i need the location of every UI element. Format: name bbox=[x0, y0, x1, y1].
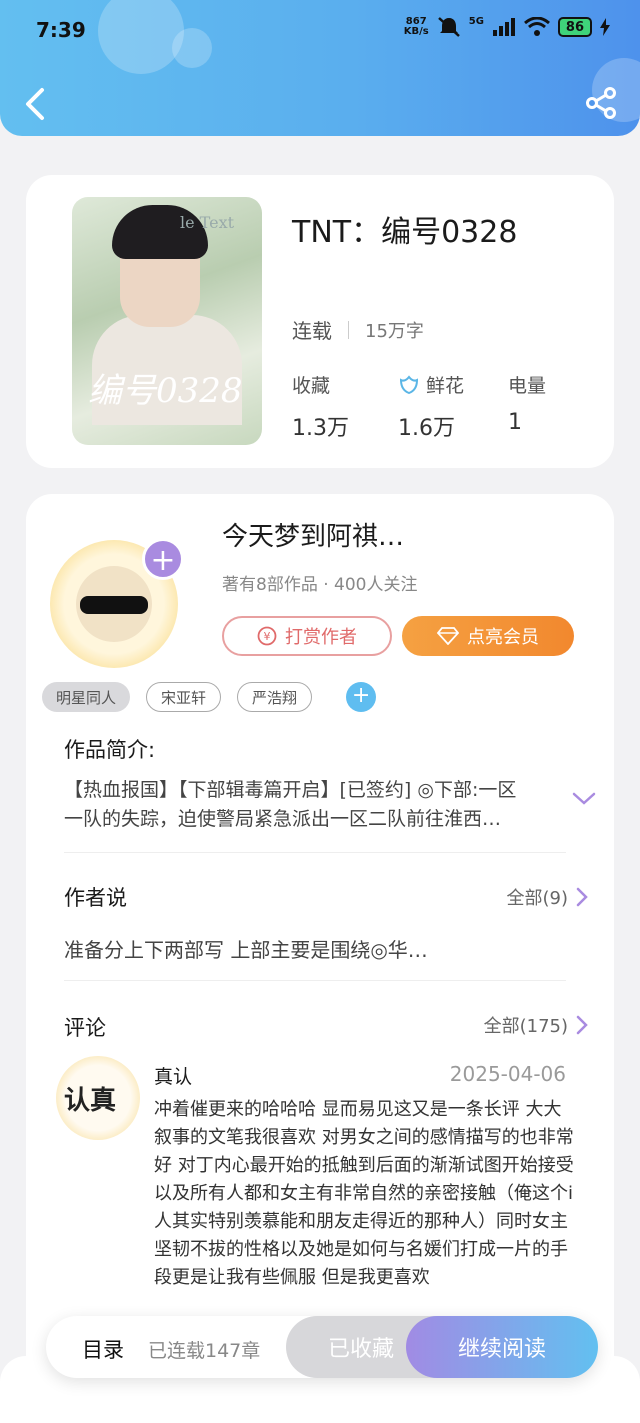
signal-icon bbox=[492, 18, 515, 36]
svg-text:¥: ¥ bbox=[264, 630, 271, 643]
mute-icon bbox=[437, 17, 460, 37]
add-tag-button[interactable]: + bbox=[346, 682, 377, 712]
network-type: 5G bbox=[468, 16, 484, 27]
chapter-count[interactable]: 已连载147章 bbox=[148, 1336, 260, 1363]
diamond-icon bbox=[437, 627, 459, 645]
author-says-more-link[interactable]: 全部(9) bbox=[507, 884, 589, 910]
decor-bubble bbox=[98, 0, 184, 74]
comment-body[interactable]: 冲着催更来的哈哈哈 显而易见这又是一条长评 大大叙事的文笔我很喜欢 对男女之间的… bbox=[154, 1096, 574, 1316]
book-cover[interactable]: le Text 编号0328 bbox=[72, 197, 262, 445]
commenter-name[interactable]: 真认 bbox=[154, 1062, 192, 1089]
expand-chevron-icon[interactable] bbox=[572, 792, 596, 806]
book-title: TNT：编号0328 bbox=[292, 215, 518, 250]
cover-title: 编号0328 bbox=[88, 371, 243, 411]
status-icons: 867 KB/s 5G 86 bbox=[404, 16, 610, 38]
chevron-right-icon bbox=[576, 1015, 588, 1035]
intro-title: 作品简介: bbox=[64, 738, 156, 762]
stat-favorites: 收藏 1.3万 bbox=[292, 375, 349, 441]
commenter-avatar[interactable]: 认真 bbox=[56, 1056, 140, 1140]
author-says-text[interactable]: 准备分上下两部写 上部主要是围绕◎华… bbox=[64, 934, 428, 963]
follow-plus-icon[interactable]: + bbox=[142, 538, 184, 580]
stat-power[interactable]: 电量 1 bbox=[508, 371, 546, 435]
top-header: 7:39 867 KB/s 5G 86 bbox=[0, 0, 640, 136]
serial-status: 连载 bbox=[292, 319, 332, 343]
book-info-card: le Text 编号0328 TNT：编号0328 连载 15万字 收藏 1.3… bbox=[26, 175, 614, 468]
share-button[interactable] bbox=[584, 86, 618, 120]
status-time: 7:39 bbox=[36, 18, 86, 42]
tag-item[interactable]: 宋亚轩 bbox=[146, 682, 222, 712]
toc-button[interactable]: 目录 bbox=[82, 1334, 124, 1364]
word-count: 15万字 bbox=[365, 320, 424, 342]
divider bbox=[64, 852, 566, 853]
net-speed: 867 KB/s bbox=[403, 16, 429, 37]
battery-indicator: 86 bbox=[557, 17, 592, 37]
charging-icon bbox=[600, 18, 610, 36]
coin-icon: ¥ bbox=[257, 626, 277, 646]
wifi-icon bbox=[523, 17, 550, 36]
detail-card: + 今天梦到阿祺… 著有8部作品 · 400人关注 ¥ 打赏作者 点亮会员 明星… bbox=[26, 494, 614, 1394]
flower-icon bbox=[399, 374, 419, 394]
book-meta: 连载 15万字 bbox=[292, 315, 424, 344]
author-name[interactable]: 今天梦到阿祺… bbox=[222, 516, 404, 553]
chevron-right-icon bbox=[576, 887, 588, 907]
back-button[interactable] bbox=[20, 84, 50, 124]
stat-flowers[interactable]: 鲜花 1.6万 bbox=[398, 371, 464, 442]
comments-title: 评论 bbox=[64, 1016, 106, 1040]
vip-button[interactable]: 点亮会员 bbox=[402, 616, 574, 656]
decor-bubble bbox=[172, 28, 212, 68]
tip-author-button[interactable]: ¥ 打赏作者 bbox=[222, 616, 392, 656]
comments-more-link[interactable]: 全部(175) bbox=[484, 1012, 588, 1038]
cover-subtitle: le Text bbox=[180, 213, 235, 232]
divider bbox=[348, 320, 349, 339]
continue-reading-button[interactable]: 继续阅读 bbox=[406, 1316, 598, 1378]
tag-list: 明星同人 宋亚轩 严浩翔 + bbox=[42, 682, 377, 712]
author-summary: 著有8部作品 · 400人关注 bbox=[222, 575, 418, 595]
comment-date: 2025-04-06 bbox=[449, 1062, 566, 1086]
bottom-action-bar: 目录 已连载147章 已收藏 继续阅读 bbox=[46, 1316, 598, 1378]
tag-item[interactable]: 明星同人 bbox=[42, 682, 131, 712]
tag-item[interactable]: 严浩翔 bbox=[237, 682, 313, 712]
divider bbox=[64, 980, 566, 981]
intro-text[interactable]: 【热血报国】【下部辑毒篇开启】[已签约] ◎下部:一区 一队的失踪，迫使警局紧急… bbox=[64, 776, 564, 834]
author-says-title: 作者说 bbox=[64, 886, 127, 910]
